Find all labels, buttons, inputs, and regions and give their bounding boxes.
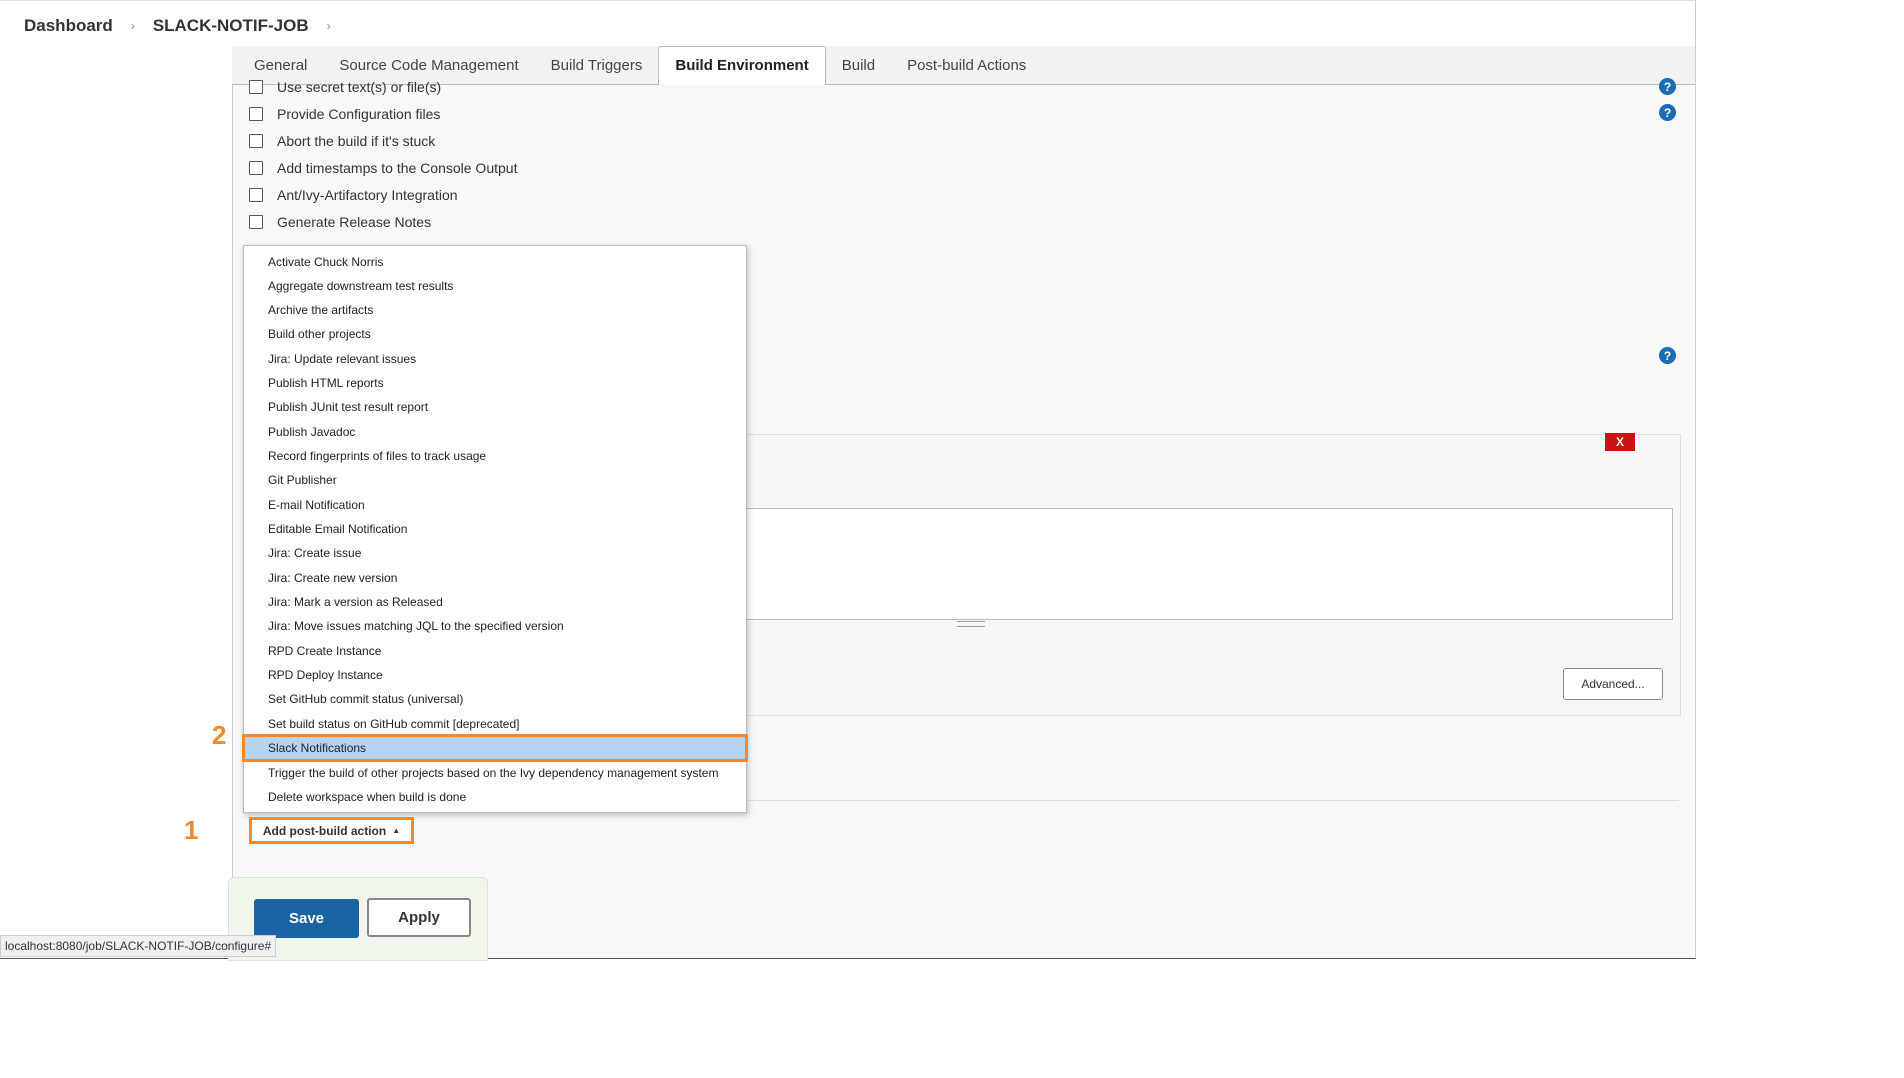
menu-item[interactable]: Record fingerprints of files to track us… — [244, 444, 746, 468]
resize-grip-icon[interactable] — [957, 621, 985, 627]
message-textarea[interactable] — [746, 508, 1673, 620]
checkbox[interactable] — [249, 107, 263, 121]
breadcrumb: Dashboard › SLACK-NOTIF-JOB › — [0, 0, 1695, 51]
post-build-action-menu: Activate Chuck Norris Aggregate downstre… — [242, 245, 748, 813]
menu-item[interactable]: Build other projects — [244, 322, 746, 346]
advanced-button[interactable]: Advanced... — [1563, 668, 1663, 700]
menu-item[interactable]: Editable Email Notification — [244, 517, 746, 541]
step-1-annotation: 1 — [184, 815, 199, 845]
menu-item[interactable]: Delete workspace when build is done — [244, 785, 746, 809]
option-abort-if-stuck[interactable]: Abort the build if it's stuck — [249, 133, 435, 149]
menu-item[interactable]: Set GitHub commit status (universal) — [244, 687, 746, 711]
menu-item[interactable]: Activate Chuck Norris — [244, 250, 746, 274]
breadcrumb-separator-icon: › — [130, 19, 135, 33]
help-icon[interactable]: ? — [1659, 78, 1676, 95]
menu-item[interactable]: Aggregate downstream test results — [244, 274, 746, 298]
option-secret-text[interactable]: Use secret text(s) or file(s) — [249, 79, 441, 95]
config-tabs: General Source Code Management Build Tri… — [232, 46, 1695, 85]
tab-post-build-actions[interactable]: Post-build Actions — [891, 48, 1042, 84]
breadcrumb-job[interactable]: SLACK-NOTIF-JOB — [153, 16, 309, 36]
checkbox[interactable] — [249, 161, 263, 175]
checkbox[interactable] — [249, 134, 263, 148]
checkbox[interactable] — [249, 80, 263, 94]
menu-item[interactable]: Trigger the build of other projects base… — [244, 761, 746, 785]
status-bar-url: localhost:8080/job/SLACK-NOTIF-JOB/confi… — [0, 935, 277, 957]
step-2-annotation: 2 — [212, 720, 227, 750]
menu-item[interactable]: E-mail Notification — [244, 493, 746, 517]
apply-button[interactable]: Apply — [367, 898, 471, 937]
menu-item[interactable]: Jira: Create new version — [244, 566, 746, 590]
checkbox[interactable] — [249, 215, 263, 229]
menu-item[interactable]: Publish Javadoc — [244, 420, 746, 444]
option-generate-release-notes[interactable]: Generate Release Notes — [249, 214, 431, 230]
caret-up-icon: ▲ — [392, 826, 401, 835]
help-icon[interactable]: ? — [1659, 347, 1676, 364]
menu-item[interactable]: Publish JUnit test result report — [244, 395, 746, 419]
menu-item-slack-notifications[interactable]: Slack Notifications — [242, 734, 748, 762]
checkbox[interactable] — [249, 188, 263, 202]
menu-item[interactable]: Git Publisher — [244, 468, 746, 492]
menu-item[interactable]: Archive the artifacts — [244, 298, 746, 322]
menu-item[interactable]: Jira: Update relevant issues — [244, 347, 746, 371]
save-button[interactable]: Save — [254, 899, 359, 938]
tab-build-environment[interactable]: Build Environment — [658, 46, 826, 85]
help-icon[interactable]: ? — [1659, 104, 1676, 121]
delete-action-button[interactable]: X — [1605, 433, 1635, 451]
add-post-build-action-label: Add post-build action — [262, 823, 387, 838]
breadcrumb-separator-icon[interactable]: › — [327, 19, 331, 33]
menu-item[interactable]: Jira: Move issues matching JQL to the sp… — [244, 614, 746, 638]
menu-item[interactable]: Jira: Mark a version as Released — [244, 590, 746, 614]
menu-item[interactable]: RPD Deploy Instance — [244, 663, 746, 687]
add-post-build-action-button[interactable]: Add post-build action ▲ — [249, 817, 414, 844]
breadcrumb-dashboard[interactable]: Dashboard — [24, 16, 113, 36]
option-provide-config-files[interactable]: Provide Configuration files — [249, 106, 440, 122]
menu-item[interactable]: Set build status on GitHub commit [depre… — [244, 712, 746, 736]
menu-item[interactable]: RPD Create Instance — [244, 639, 746, 663]
tab-build[interactable]: Build — [826, 48, 891, 84]
divider — [744, 800, 1679, 801]
menu-item[interactable]: Publish HTML reports — [244, 371, 746, 395]
option-ant-ivy-artifactory[interactable]: Ant/Ivy-Artifactory Integration — [249, 187, 458, 203]
option-add-timestamps[interactable]: Add timestamps to the Console Output — [249, 160, 517, 176]
tab-build-triggers[interactable]: Build Triggers — [535, 48, 659, 84]
menu-item[interactable]: Jira: Create issue — [244, 541, 746, 565]
